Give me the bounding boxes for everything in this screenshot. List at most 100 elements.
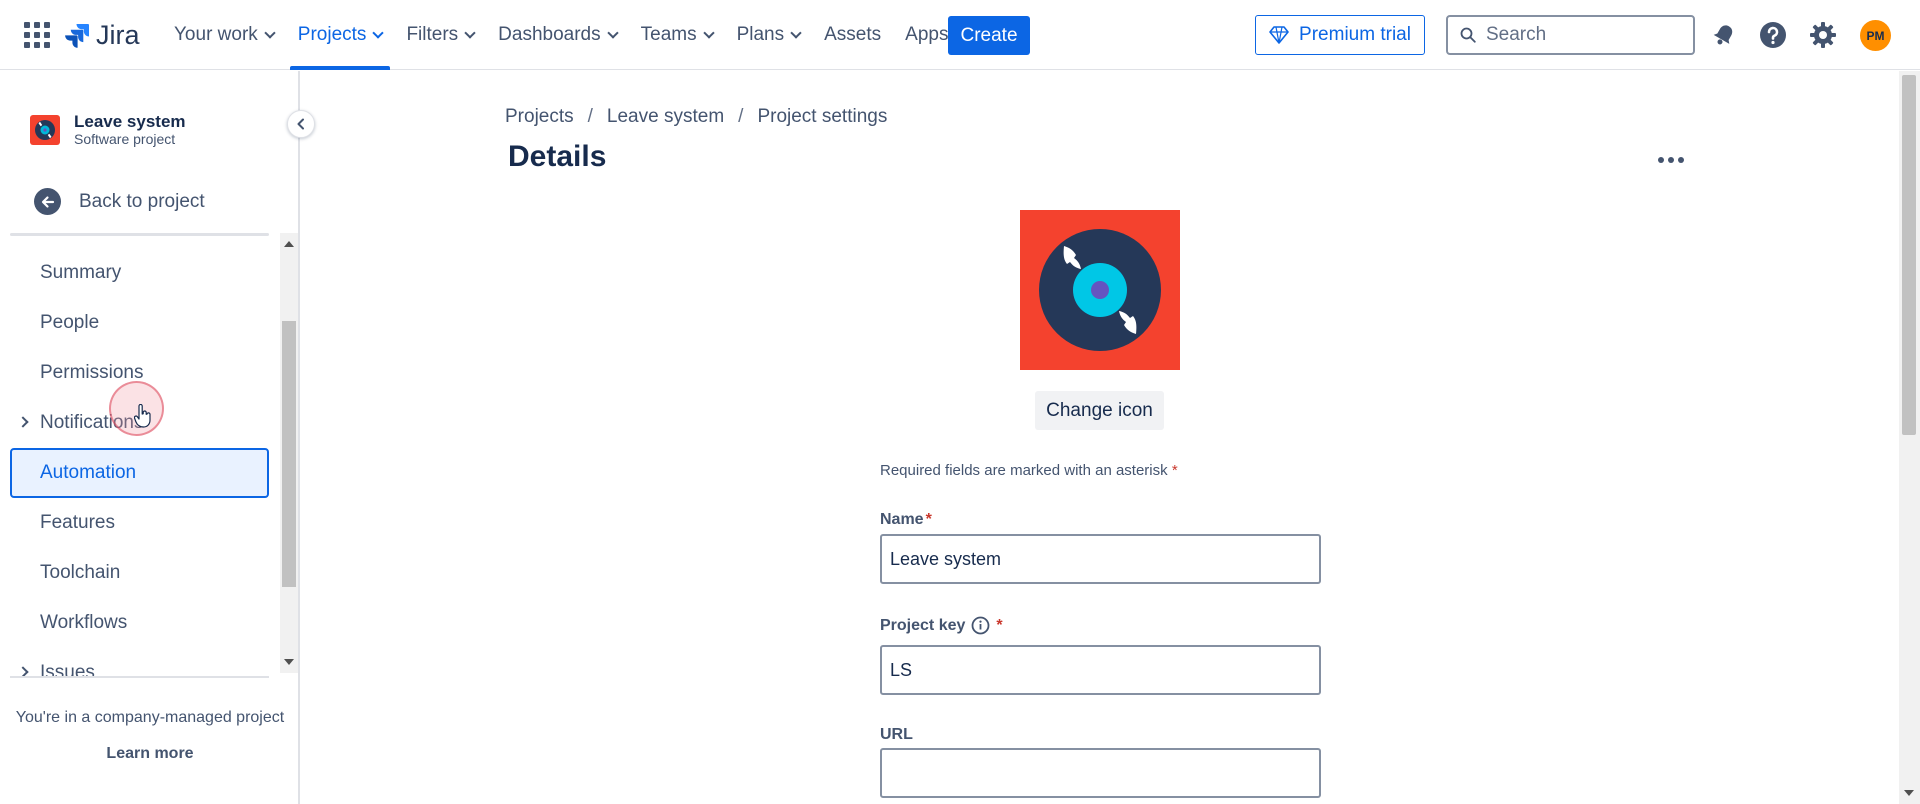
project-key-field[interactable] [880, 645, 1321, 695]
required-fields-note: Required fields are marked with an aster… [880, 462, 1178, 479]
nav-item-your-work[interactable]: Your work [162, 0, 286, 70]
company-managed-note: You're in a company-managed project [15, 709, 285, 726]
app-switcher-icon[interactable] [24, 22, 50, 48]
breadcrumb-link[interactable]: Projects [505, 106, 574, 128]
page-scrollbar[interactable] [1899, 71, 1920, 804]
change-icon-button[interactable]: Change icon [1035, 391, 1164, 430]
back-to-project-link[interactable]: Back to project [34, 188, 205, 215]
nav-item-filters[interactable]: Filters [394, 0, 486, 70]
learn-more-link[interactable]: Learn more [0, 745, 300, 763]
settings-button[interactable] [1807, 19, 1839, 51]
project-key-label-text: Project key [880, 616, 966, 634]
required-asterisk: * [1171, 462, 1178, 479]
nav-item-dashboards[interactable]: Dashboards [486, 0, 628, 70]
more-actions-button[interactable] [1655, 148, 1687, 172]
sidebar-scroll-thumb[interactable] [282, 321, 296, 587]
premium-trial-button[interactable]: Premium trial [1255, 15, 1425, 55]
chevron-right-icon[interactable] [17, 416, 29, 428]
required-asterisk: * [925, 511, 932, 528]
nav-item-label: Assets [824, 24, 882, 45]
nav-item-label: Plans [736, 24, 785, 45]
name-field[interactable] [880, 534, 1321, 584]
breadcrumb-link[interactable]: Project settings [757, 106, 887, 128]
nav-item-label: Filters [406, 24, 459, 45]
sidebar-item-label: Permissions [40, 362, 144, 383]
url-input[interactable] [882, 750, 1319, 796]
sidebar-item-automation[interactable]: Automation [10, 448, 269, 498]
sidebar-item-workflows[interactable]: Workflows [10, 598, 269, 648]
breadcrumb-separator: / [587, 106, 593, 127]
sidebar-item-label: Automation [40, 462, 137, 483]
gear-icon [1810, 22, 1836, 48]
notification-bell-icon [1713, 25, 1733, 45]
nav-item-assets[interactable]: Assets [812, 0, 893, 70]
nav-item-label: Your work [174, 24, 258, 45]
project-avatar [30, 115, 60, 145]
collapse-sidebar-button[interactable] [287, 110, 315, 138]
notifications-button[interactable] [1708, 19, 1740, 51]
sidebar-item-summary[interactable]: Summary [10, 248, 269, 298]
help-icon [1760, 22, 1786, 48]
name-label-text: Name [880, 511, 924, 528]
sidebar-footer-divider [10, 676, 269, 678]
sidebar-item-people[interactable]: People [10, 298, 269, 348]
breadcrumb-link[interactable]: Leave system [607, 106, 724, 128]
nav-item-plans[interactable]: Plans [725, 0, 813, 70]
url-label-text: URL [880, 726, 913, 743]
chevron-down-icon [702, 27, 715, 39]
sidebar-item-label: Features [40, 512, 115, 533]
sidebar-item-label: Toolchain [40, 562, 121, 583]
vinyl-record-icon [1039, 229, 1161, 351]
chevron-down-icon [464, 27, 476, 39]
back-to-project-label: Back to project [79, 190, 205, 212]
sidebar-item-permissions[interactable]: Permissions [10, 348, 269, 398]
project-header[interactable]: Leave system Software project [30, 112, 186, 148]
sidebar-scrollbar[interactable] [280, 233, 298, 673]
url-field[interactable] [880, 748, 1321, 798]
chevron-down-icon [790, 27, 802, 39]
vinyl-record-icon [35, 120, 55, 140]
sidebar-divider [10, 233, 269, 236]
jira-logo-text: Jira [96, 19, 140, 50]
jira-logo[interactable]: Jira [64, 18, 140, 52]
sidebar-item-label: People [40, 312, 100, 333]
premium-trial-label: Premium trial [1299, 24, 1411, 45]
page-scroll-thumb[interactable] [1902, 75, 1916, 435]
nav-item-label: Apps [905, 24, 949, 45]
sidebar-item-label: Notifications [40, 412, 144, 433]
back-arrow-icon [34, 188, 61, 215]
project-name: Leave system [74, 112, 186, 131]
scroll-down-arrow-icon[interactable] [1904, 790, 1914, 796]
sidebar-item-label: Summary [40, 262, 122, 283]
nav-item-label: Projects [297, 24, 367, 45]
name-input[interactable] [882, 536, 1319, 582]
project-icon-large [1020, 210, 1180, 370]
sidebar-item-label: Issues [40, 662, 95, 683]
primary-nav: Your work Projects Filters Dashboards Teams P… [162, 0, 976, 70]
gem-icon [1269, 26, 1289, 44]
hand-cursor-icon [134, 404, 151, 428]
nav-item-label: Teams [640, 24, 697, 45]
project-sidebar: Leave system Software project Back to pr… [0, 71, 300, 804]
nav-item-teams[interactable]: Teams [629, 0, 725, 70]
nav-item-label: Dashboards [498, 24, 601, 45]
required-note-text: Required fields are marked with an aster… [880, 462, 1168, 479]
create-button[interactable]: Create [948, 16, 1030, 55]
scroll-down-arrow-icon[interactable] [284, 659, 294, 665]
sidebar-item-toolchain[interactable]: Toolchain [10, 548, 269, 598]
help-button[interactable] [1757, 19, 1789, 51]
info-icon[interactable] [971, 616, 990, 635]
project-key-input[interactable] [882, 647, 1319, 693]
user-avatar[interactable]: PM [1860, 20, 1891, 51]
sidebar-item-issues[interactable]: Issues [10, 648, 269, 698]
chevron-left-icon [297, 118, 304, 130]
search-input[interactable] [1486, 24, 1676, 46]
settings-nav-list: Summary People Permissions Notifications Aut… [10, 248, 269, 698]
page-title: Details [508, 140, 607, 173]
nav-item-projects[interactable]: Projects [286, 0, 395, 70]
search-box[interactable] [1446, 15, 1695, 55]
breadcrumb: Projects / Leave system / Project settings [505, 106, 887, 128]
sidebar-item-features[interactable]: Features [10, 498, 269, 548]
scroll-up-arrow-icon[interactable] [284, 241, 294, 247]
required-asterisk: * [996, 616, 1003, 634]
